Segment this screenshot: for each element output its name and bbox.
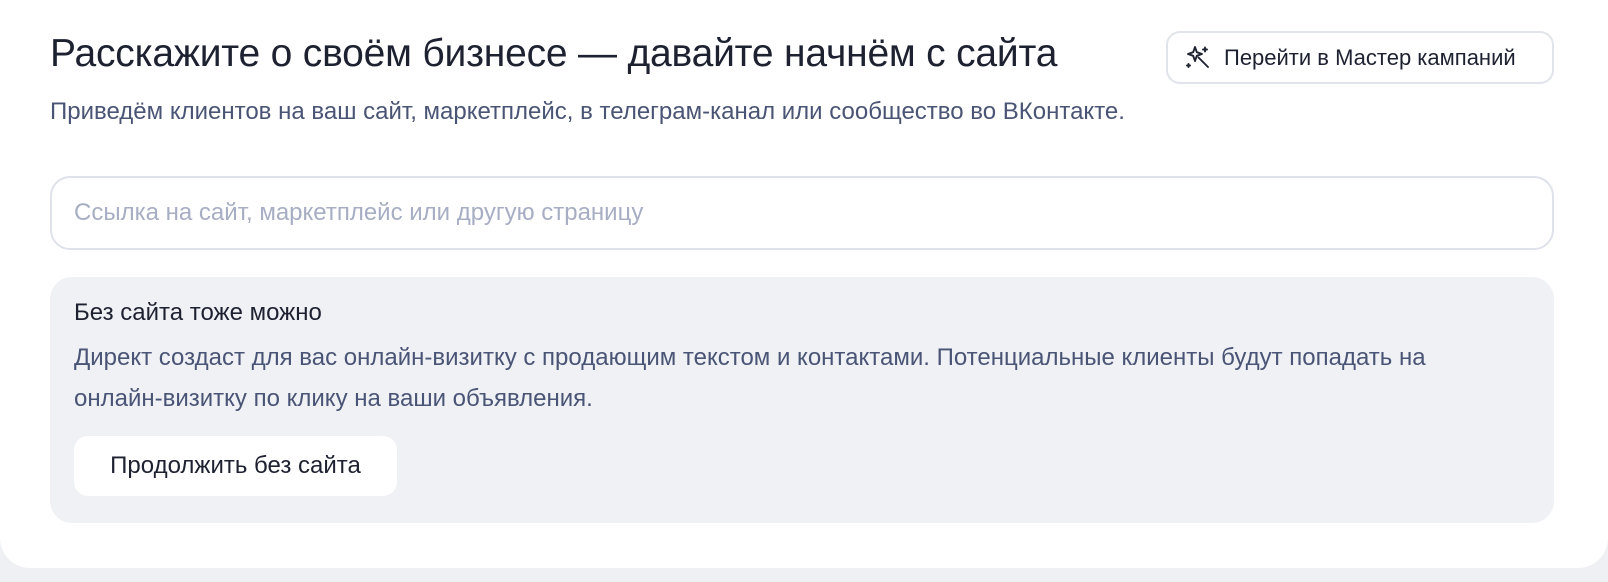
campaign-master-button[interactable]: Перейти в Мастер кампаний bbox=[1166, 31, 1554, 84]
campaign-master-button-label: Перейти в Мастер кампаний bbox=[1224, 44, 1516, 70]
business-info-card: Расскажите о своём бизнесе — давайте нач… bbox=[0, 0, 1608, 568]
page-subtitle: Приведём клиентов на ваш сайт, маркетпле… bbox=[50, 98, 1125, 125]
page-title: Расскажите о своём бизнесе — давайте нач… bbox=[50, 32, 1058, 75]
url-input-container bbox=[50, 176, 1554, 250]
magic-wand-icon bbox=[1184, 44, 1212, 72]
no-site-description: Директ создаст для вас онлайн-визитку с … bbox=[74, 344, 1426, 412]
continue-without-site-button[interactable]: Продолжить без сайта bbox=[74, 436, 397, 496]
no-site-title: Без сайта тоже можно bbox=[74, 299, 322, 326]
site-url-input[interactable] bbox=[52, 178, 1552, 248]
no-site-panel: Без сайта тоже можно Директ создаст для … bbox=[50, 277, 1554, 523]
